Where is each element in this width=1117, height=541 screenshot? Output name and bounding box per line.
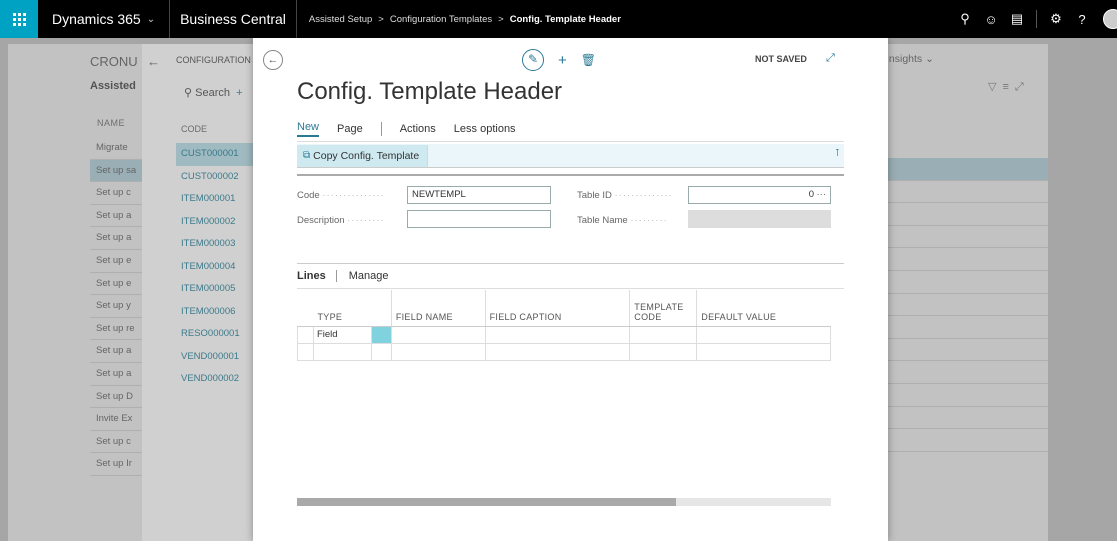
tab-lines[interactable]: Lines: [297, 270, 337, 282]
row-indicator[interactable]: [297, 325, 314, 344]
pin-icon[interactable]: ⊺: [835, 148, 840, 159]
template-code-cell[interactable]: [629, 325, 698, 344]
column-header-template-code[interactable]: TEMPLATE CODE: [629, 290, 697, 327]
lightbulb-icon[interactable]: ⚲: [952, 11, 978, 27]
table-row[interactable]: [297, 342, 831, 361]
page-title: Config. Template Header: [297, 78, 563, 105]
panel-dim-overlay: [142, 44, 258, 541]
product-name: Dynamics 365: [52, 11, 141, 27]
gear-icon[interactable]: ⚙: [1043, 11, 1069, 27]
horizontal-scrollbar[interactable]: [297, 498, 831, 506]
table-id-label: Table ID ··············: [577, 190, 673, 201]
breadcrumb: Assisted Setup > Configuration Templates…: [297, 14, 621, 25]
field-caption-cell[interactable]: [484, 342, 631, 361]
lines-grid: TYPE FIELD NAME FIELD CAPTION TEMPLATE C…: [297, 290, 831, 361]
product-switcher[interactable]: Dynamics 365 ⌄: [38, 0, 171, 38]
column-header-field-caption[interactable]: FIELD CAPTION: [484, 290, 630, 327]
record-toolbar: ✎ + 🗑︎: [522, 49, 596, 71]
action-subbar: ⧉ Copy Config. Template ⊺: [297, 144, 844, 168]
plus-icon[interactable]: +: [558, 52, 567, 69]
column-header-field-name[interactable]: FIELD NAME: [390, 290, 486, 327]
breadcrumb-separator-icon: >: [498, 13, 504, 25]
breadcrumb-current: Config. Template Header: [509, 13, 621, 25]
scrollbar-thumb[interactable]: [297, 498, 677, 506]
app-name[interactable]: Business Central: [170, 0, 297, 38]
breadcrumb-separator-icon: >: [378, 13, 384, 25]
field-name-cell[interactable]: [390, 325, 486, 344]
copy-config-template-label: Copy Config. Template: [313, 149, 420, 162]
description-label: Description ·········: [297, 215, 385, 226]
copy-config-template-button[interactable]: ⧉ Copy Config. Template: [297, 144, 429, 167]
template-code-cell[interactable]: [629, 342, 698, 361]
edit-pencil-icon[interactable]: ✎: [522, 49, 544, 71]
table-name-field: [688, 210, 831, 228]
code-field[interactable]: NEWTEMPL: [407, 186, 551, 204]
type-cell[interactable]: [312, 342, 372, 361]
save-status: NOT SAVED: [755, 54, 807, 64]
config-template-header-dialog: ← ✎ + 🗑︎ NOT SAVED ⤢ Config. Template He…: [253, 38, 888, 541]
row-indicator[interactable]: [297, 342, 314, 361]
chevron-down-icon: ⌄: [146, 13, 156, 25]
table-row[interactable]: Field: [297, 325, 831, 344]
type-cell[interactable]: Field: [312, 325, 372, 344]
default-value-cell[interactable]: [696, 342, 831, 361]
copy-icon: ⧉: [303, 150, 311, 161]
active-cell[interactable]: [370, 325, 392, 344]
action-less-options[interactable]: Less options: [454, 123, 516, 135]
divider: [1036, 10, 1037, 28]
action-actions[interactable]: Actions: [400, 123, 436, 135]
expand-icon[interactable]: ⤢: [826, 52, 835, 65]
top-right-icons: ⚲ ☺ ▤ ⚙ ?: [952, 0, 1117, 38]
field-caption-cell[interactable]: [484, 325, 631, 344]
column-header-type[interactable]: TYPE: [313, 290, 372, 327]
table-id-field[interactable]: 0 ···: [688, 186, 831, 204]
back-arrow-icon[interactable]: ←: [263, 50, 283, 70]
action-bar: New Page Actions Less options: [297, 116, 844, 142]
lookup-ellipsis-icon[interactable]: ···: [817, 189, 827, 200]
app-launcher-button[interactable]: [0, 0, 38, 38]
lines-subpage-header: Lines Manage: [297, 263, 844, 289]
column-header-spacer: [371, 290, 392, 327]
avatar[interactable]: [1103, 9, 1117, 29]
column-header-default-value[interactable]: DEFAULT VALUE: [696, 290, 831, 327]
chat-icon[interactable]: ▤: [1004, 11, 1030, 27]
default-value-cell[interactable]: [696, 325, 831, 344]
field-name-cell[interactable]: [390, 342, 486, 361]
delete-icon[interactable]: 🗑︎: [581, 53, 596, 67]
waffle-icon: [12, 12, 26, 26]
table-id-value: 0: [808, 189, 814, 200]
breadcrumb-assisted-setup[interactable]: Assisted Setup: [309, 14, 372, 25]
action-new[interactable]: New: [297, 121, 320, 137]
code-label: Code ···············: [297, 190, 385, 201]
table-name-label: Table Name ·········: [577, 215, 668, 226]
top-nav-bar: Dynamics 365 ⌄ Business Central Assisted…: [0, 0, 1117, 38]
breadcrumb-configuration-templates[interactable]: Configuration Templates: [390, 14, 492, 25]
row-indicator-header: [297, 290, 314, 327]
tab-manage[interactable]: Manage: [337, 270, 389, 282]
divider: [297, 174, 844, 176]
smiley-icon[interactable]: ☺: [978, 12, 1004, 27]
divider: [380, 121, 382, 136]
grid-cell[interactable]: [370, 342, 392, 361]
description-field[interactable]: [407, 210, 551, 228]
help-icon[interactable]: ?: [1069, 12, 1095, 27]
action-page[interactable]: Page: [337, 123, 363, 135]
